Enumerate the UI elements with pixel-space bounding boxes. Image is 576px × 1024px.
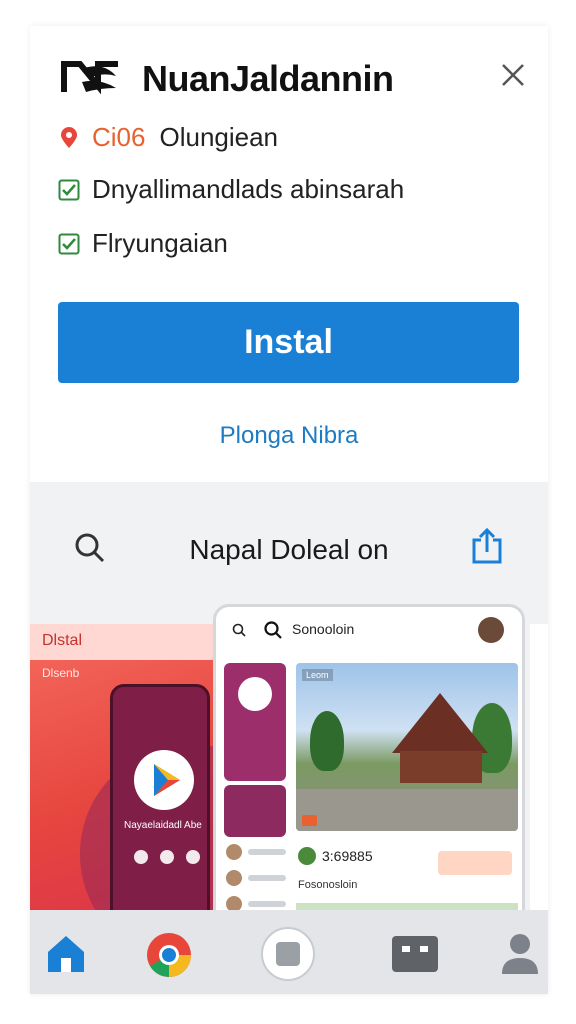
app-logo — [61, 61, 118, 95]
location-row: Ci06 Olungiean — [58, 122, 278, 153]
feature-label-1: Dnyallimandlads abinsarah — [92, 174, 405, 204]
feature-row-2: Flryungaian — [58, 228, 228, 259]
profile-icon[interactable] — [500, 932, 540, 976]
screenshot-left[interactable]: Dlstal Dlsenb Nayaelaidadl Abe — [30, 624, 220, 924]
stat-row: 3:69885 — [298, 847, 373, 865]
checkbox-icon — [58, 179, 80, 200]
chrome-icon[interactable] — [146, 932, 192, 978]
feature-row-1: Dnyallimandlads abinsarah — [58, 174, 404, 205]
photo-chip — [302, 815, 317, 826]
featured-photo: Leom — [296, 663, 518, 831]
home-icon[interactable] — [44, 932, 88, 976]
feature-label-2: Flryungaian — [92, 228, 228, 258]
media-controls — [134, 850, 200, 864]
list-item — [226, 869, 286, 887]
list-item — [226, 843, 286, 861]
search-icon — [232, 623, 246, 637]
checkbox-icon — [58, 233, 80, 254]
screenshot-search-text: Sonooloin — [292, 621, 355, 637]
app-title: NuanJaldannin — [142, 58, 394, 99]
screenshot-subtext: Fosonosloin — [298, 879, 358, 891]
phone-caption: Nayaelaidadl Abe — [124, 820, 202, 831]
play-store-icon — [134, 750, 194, 810]
screen-frame: NuanJaldannin Ci06 Olungiean Dnyallimand… — [30, 26, 548, 994]
share-icon[interactable] — [470, 526, 504, 566]
promo-card — [224, 663, 286, 781]
install-button[interactable]: Instal — [58, 302, 519, 383]
screenshot-tag: Dlstal — [30, 624, 220, 660]
photo-label: Leom — [302, 669, 333, 681]
bottom-nav — [30, 910, 548, 994]
search-icon — [264, 621, 282, 639]
screenshot-main[interactable]: Sonooloin Leom 3:69885 Fosonosloin — [213, 604, 525, 934]
screenshot-header: Sonooloin — [216, 607, 522, 653]
location-name: Olungiean — [159, 122, 279, 152]
avatar — [478, 617, 504, 643]
screenshot-right[interactable] — [530, 624, 548, 924]
close-icon[interactable] — [500, 62, 526, 88]
screenshot-subtag: Dlsenb — [42, 666, 80, 680]
location-code: Ci06 — [92, 122, 146, 152]
stat-value: 3:69885 — [322, 848, 373, 864]
location-pin-icon — [61, 126, 77, 148]
stat-icon — [298, 847, 316, 865]
more-link[interactable]: Plonga Nibra — [30, 422, 548, 450]
tabs-icon[interactable] — [390, 932, 440, 976]
app-badge-icon — [238, 677, 272, 711]
square-button-icon[interactable] — [260, 926, 316, 982]
install-card: NuanJaldannin Ci06 Olungiean Dnyallimand… — [30, 26, 548, 482]
promo-badge — [438, 851, 512, 875]
promo-card-2 — [224, 785, 286, 837]
